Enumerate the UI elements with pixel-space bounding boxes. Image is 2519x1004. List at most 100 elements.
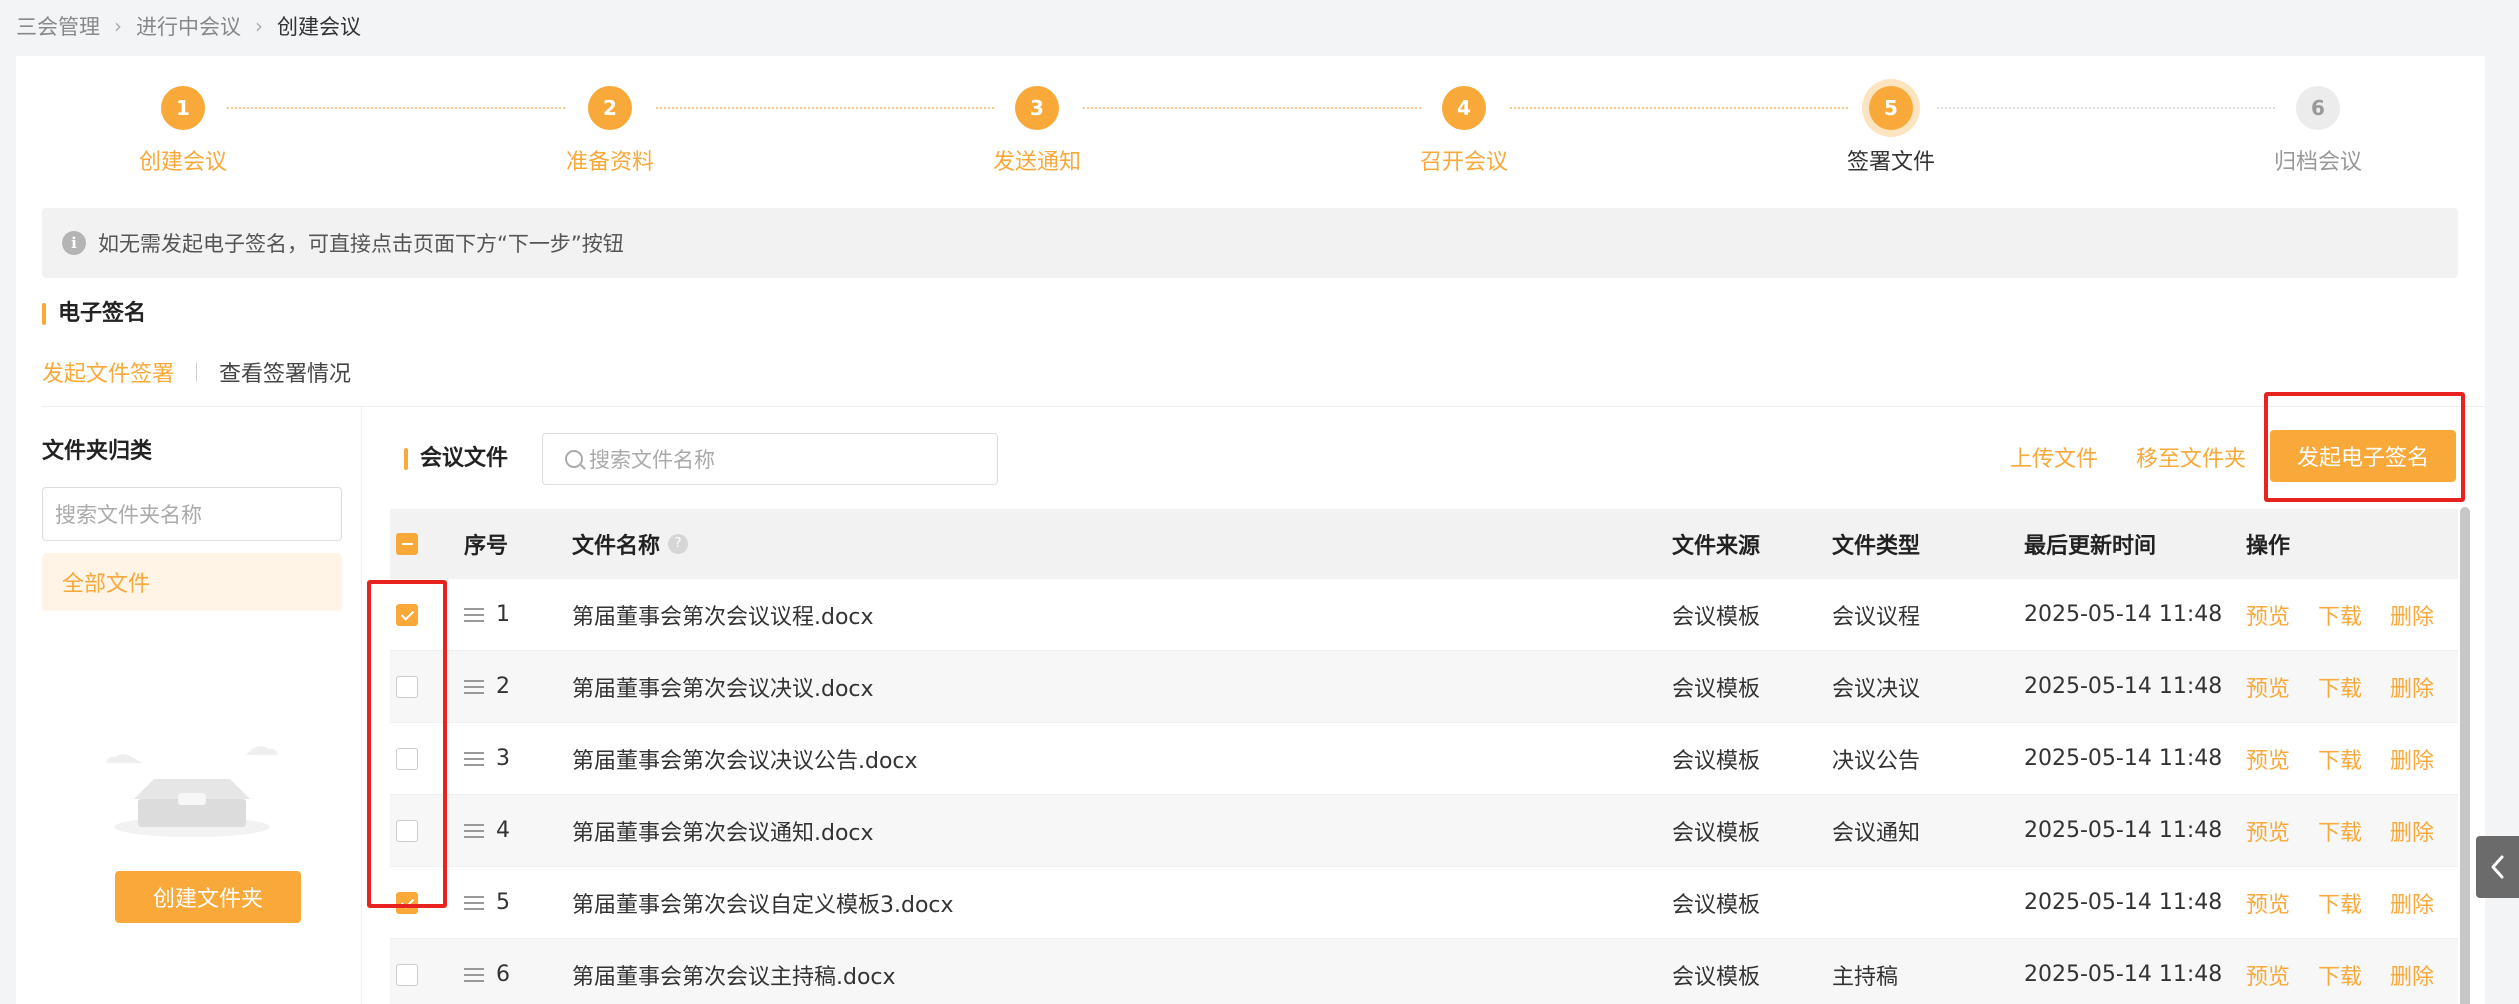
header-source: 文件来源: [1672, 533, 1761, 559]
chevron-right-icon: ›: [114, 14, 122, 38]
download-link[interactable]: 下载: [2318, 959, 2362, 991]
tab-view-signing[interactable]: 查看签署情况: [219, 356, 351, 388]
row-type: 决议公告: [1832, 748, 1921, 774]
step-5-current[interactable]: 5 签署文件: [1791, 86, 1991, 176]
step-6[interactable]: 6 归档会议: [2218, 86, 2418, 176]
tab-divider: [196, 363, 198, 381]
move-to-folder-button[interactable]: 移至文件夹: [2136, 441, 2246, 473]
row-updated: 2025-05-14 11:48: [2024, 602, 2223, 627]
header-updated: 最后更新时间: [2024, 533, 2157, 559]
breadcrumb-item-ongoing[interactable]: 进行中会议: [136, 11, 241, 41]
step-number: 6: [2296, 86, 2340, 130]
step-3[interactable]: 3 发送通知: [937, 86, 1137, 176]
delete-link[interactable]: 删除: [2390, 743, 2434, 775]
delete-link[interactable]: 删除: [2390, 815, 2434, 847]
download-link[interactable]: 下载: [2318, 671, 2362, 703]
row-name: 第届董事会第次会议自定义模板3.docx: [572, 892, 954, 918]
preview-link[interactable]: 预览: [2246, 743, 2290, 775]
preview-link[interactable]: 预览: [2246, 815, 2290, 847]
breadcrumb-item-current: 创建会议: [277, 15, 361, 39]
side-panel-toggle[interactable]: [2476, 836, 2519, 898]
chevron-right-icon: ›: [255, 14, 263, 38]
step-label: 召开会议: [1419, 150, 1508, 175]
seq-cell: 4: [464, 795, 510, 866]
row-seq: 6: [496, 962, 510, 987]
drag-handle-icon[interactable]: [464, 679, 484, 694]
preview-link[interactable]: 预览: [2246, 887, 2290, 919]
preview-link[interactable]: 预览: [2246, 959, 2290, 991]
row-checkbox-cell: [396, 939, 418, 1004]
folder-item-all[interactable]: 全部文件: [42, 553, 342, 611]
row-name: 第届董事会第次会议决议公告.docx: [572, 748, 918, 774]
header-actions: 操作: [2246, 533, 2291, 559]
step-number: 3: [1015, 86, 1059, 130]
preview-link[interactable]: 预览: [2246, 671, 2290, 703]
create-folder-button[interactable]: 创建文件夹: [115, 871, 301, 923]
row-source: 会议模板: [1672, 820, 1761, 846]
drag-handle-icon[interactable]: [464, 607, 484, 622]
select-all-checkbox[interactable]: [396, 532, 418, 555]
row-type: 会议通知: [1832, 820, 1921, 846]
breadcrumb-item-meetings[interactable]: 三会管理: [16, 11, 100, 41]
drag-handle-icon[interactable]: [464, 967, 484, 982]
download-link[interactable]: 下载: [2318, 743, 2362, 775]
delete-link[interactable]: 删除: [2390, 671, 2434, 703]
tab-start-signing[interactable]: 发起文件签署: [42, 356, 174, 388]
highlight-box-sign-button: [2264, 392, 2465, 502]
table-row: 4 第届董事会第次会议通知.docx 会议模板 会议通知 2025-05-14 …: [390, 795, 2458, 867]
drag-handle-icon[interactable]: [464, 823, 484, 838]
progress-stepper: 1 创建会议 2 准备资料 3 发送通知 4 召开会议 5 签署文件 6 归档会…: [16, 56, 2485, 196]
row-updated: 2025-05-14 11:48: [2024, 890, 2223, 915]
delete-link[interactable]: 删除: [2390, 959, 2434, 991]
row-checkbox[interactable]: [396, 963, 418, 986]
table-row: 2 第届董事会第次会议决议.docx 会议模板 会议决议 2025-05-14 …: [390, 651, 2458, 723]
row-source: 会议模板: [1672, 964, 1761, 990]
step-number: 2: [588, 86, 632, 130]
row-seq: 5: [496, 890, 510, 915]
section-title: 电子签名: [42, 300, 146, 328]
file-panel-title: 会议文件: [404, 445, 508, 473]
delete-link[interactable]: 删除: [2390, 599, 2434, 631]
step-2[interactable]: 2 准备资料: [510, 86, 710, 176]
header-checkbox-cell: [396, 509, 418, 578]
row-name: 第届董事会第次会议主持稿.docx: [572, 964, 896, 990]
file-search-placeholder: 搜索文件名称: [589, 448, 715, 472]
row-type: 会议决议: [1832, 676, 1921, 702]
row-actions: 预览 下载 删除: [2246, 939, 2462, 1004]
highlight-box-checkboxes: [367, 580, 447, 908]
step-label: 创建会议: [138, 150, 227, 175]
folder-search-input[interactable]: 搜索文件夹名称: [42, 487, 342, 541]
preview-link[interactable]: 预览: [2246, 599, 2290, 631]
drag-handle-icon[interactable]: [464, 895, 484, 910]
table-row: 5 第届董事会第次会议自定义模板3.docx 会议模板 2025-05-14 1…: [390, 867, 2458, 939]
table-scrollbar[interactable]: [2460, 507, 2470, 1004]
row-source: 会议模板: [1672, 748, 1761, 774]
step-label: 发送通知: [992, 150, 1081, 175]
seq-cell: 3: [464, 723, 510, 794]
download-link[interactable]: 下载: [2318, 599, 2362, 631]
file-panel: 会议文件 搜索文件名称 上传文件 移至文件夹 发起电子签名 序号 文件名称? 文…: [362, 407, 2485, 1004]
row-actions: 预览 下载 删除: [2246, 795, 2462, 866]
seq-cell: 2: [464, 651, 510, 722]
row-source: 会议模板: [1672, 604, 1761, 630]
row-name: 第届董事会第次会议决议.docx: [572, 676, 874, 702]
download-link[interactable]: 下载: [2318, 815, 2362, 847]
file-search-input[interactable]: 搜索文件名称: [542, 433, 998, 485]
step-1[interactable]: 1 创建会议: [83, 86, 283, 176]
breadcrumb: 三会管理 › 进行中会议 › 创建会议: [16, 10, 361, 42]
delete-link[interactable]: 删除: [2390, 887, 2434, 919]
alert-text: 如无需发起电子签名，可直接点击页面下方“下一步”按钮: [98, 232, 624, 256]
download-link[interactable]: 下载: [2318, 887, 2362, 919]
upload-file-button[interactable]: 上传文件: [2010, 441, 2098, 473]
row-source: 会议模板: [1672, 676, 1761, 702]
search-icon: [565, 450, 583, 468]
row-seq: 1: [496, 602, 510, 627]
step-label: 归档会议: [2273, 150, 2362, 175]
row-actions: 预览 下载 删除: [2246, 579, 2462, 650]
row-type: 会议议程: [1832, 604, 1921, 630]
drag-handle-icon[interactable]: [464, 751, 484, 766]
help-icon[interactable]: ?: [668, 533, 689, 554]
step-4[interactable]: 4 召开会议: [1364, 86, 1564, 176]
info-alert: i 如无需发起电子签名，可直接点击页面下方“下一步”按钮: [42, 208, 2458, 278]
folder-panel: 文件夹归类 搜索文件夹名称 全部文件 创建文件夹: [42, 407, 362, 1004]
